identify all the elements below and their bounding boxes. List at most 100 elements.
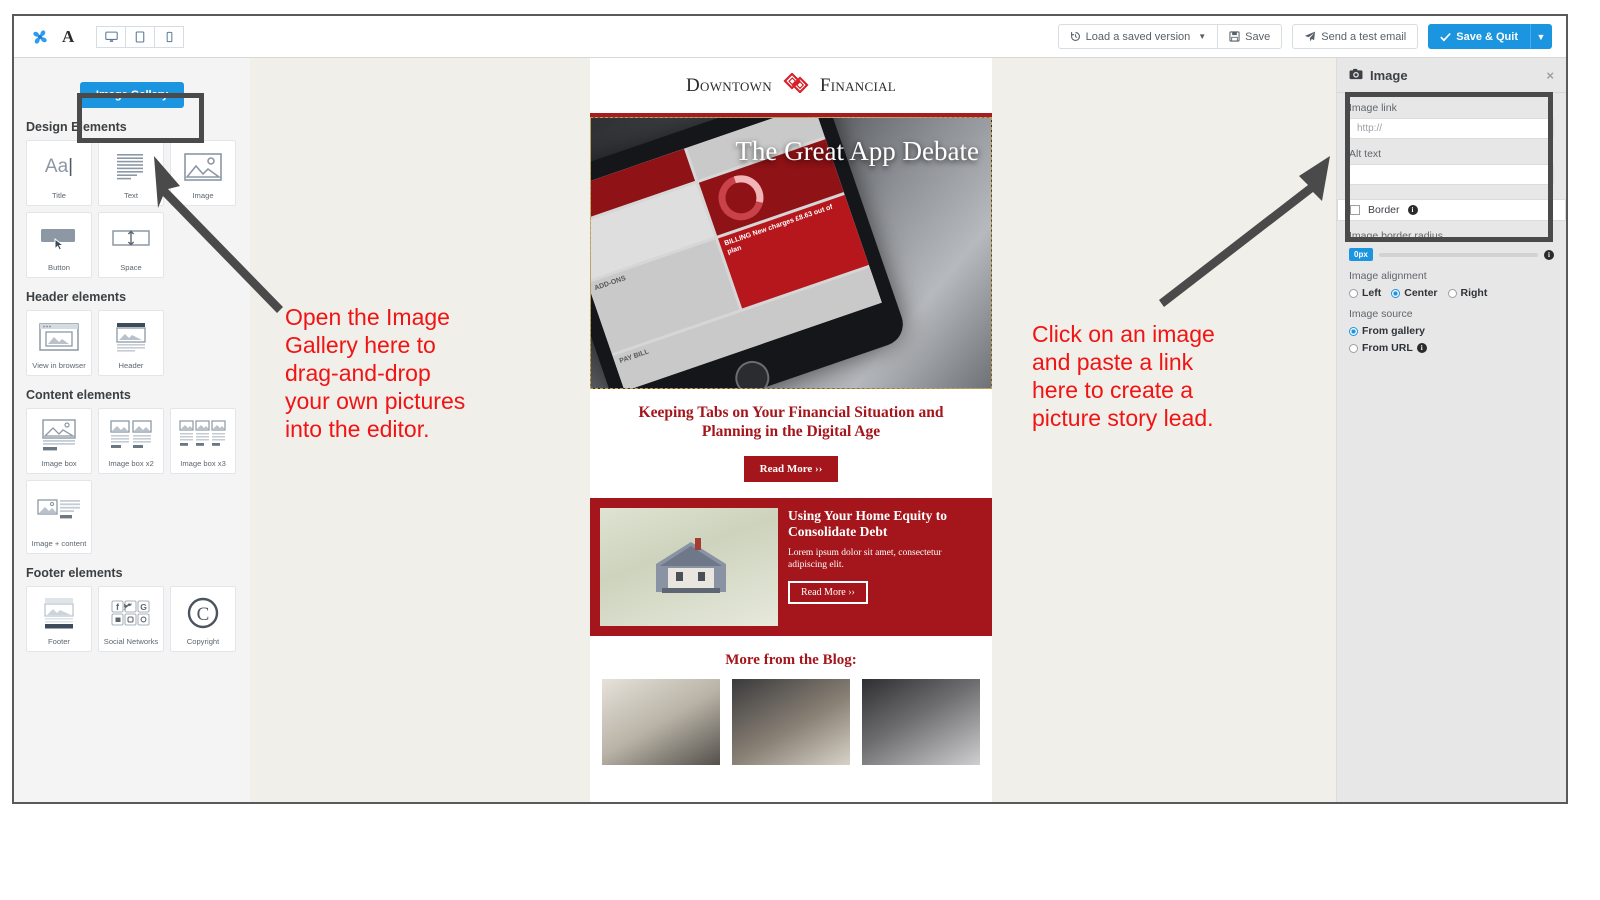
header-elements-tiles: View in browser Header xyxy=(26,310,238,376)
header-block-icon xyxy=(99,311,163,362)
radio-from-gallery[interactable] xyxy=(1349,326,1358,336)
desktop-icon[interactable] xyxy=(96,25,127,48)
letter-a-icon[interactable]: A xyxy=(62,28,74,45)
element-tile-image-box-x2[interactable]: Image box x2 xyxy=(98,408,164,474)
hero-image-block[interactable]: ADD-ONS BILLING New charges £8.63 out of… xyxy=(590,117,992,389)
svg-text:f: f xyxy=(116,602,120,612)
element-tile-header[interactable]: Header xyxy=(98,310,164,376)
email-headline: Keeping Tabs on Your Financial Situation… xyxy=(638,404,944,441)
radio-center[interactable] xyxy=(1391,288,1401,298)
tile-label: Image + content xyxy=(31,539,87,549)
source-gallery-label: From gallery xyxy=(1362,325,1426,337)
tile-label: Text xyxy=(124,191,138,201)
toolbar-left-group: A xyxy=(14,25,185,48)
image-properties-panel: Image × Image link http:// Alt text Bord… xyxy=(1336,58,1566,802)
element-tile-copyright[interactable]: C Copyright xyxy=(170,586,236,652)
image-placeholder-icon xyxy=(171,141,235,192)
footer-elements-tiles: Footer fG Social Networks C Copyright xyxy=(26,586,238,652)
content-elements-tiles: Image box Image box x2 Image box x3 Imag… xyxy=(26,408,238,554)
border-radius-label: Image border radius xyxy=(1349,230,1443,242)
alt-text-input[interactable] xyxy=(1349,164,1554,185)
alignment-option-right[interactable]: Right xyxy=(1447,287,1488,299)
properties-header: Image × xyxy=(1337,58,1566,93)
element-tile-view-in-browser[interactable]: View in browser xyxy=(26,310,92,376)
element-tile-footer[interactable]: Footer xyxy=(26,586,92,652)
button-cursor-icon xyxy=(27,213,91,264)
tile-label: Button xyxy=(48,263,70,273)
tablet-icon[interactable] xyxy=(125,25,156,48)
source-option-gallery[interactable]: From gallery xyxy=(1349,325,1554,337)
radio-left[interactable] xyxy=(1349,288,1358,298)
house-on-money-illustration xyxy=(656,537,726,593)
save-and-quit-button[interactable]: Save & Quit xyxy=(1428,24,1530,49)
image-link-input[interactable]: http:// xyxy=(1349,118,1554,139)
tile-label: View in browser xyxy=(32,361,86,371)
alignment-option-center[interactable]: Center xyxy=(1391,287,1438,299)
load-saved-version-button[interactable]: Load a saved version ▼ xyxy=(1057,24,1219,49)
send-test-email-button[interactable]: Send a test email xyxy=(1292,24,1419,49)
image-box-x2-icon xyxy=(99,409,163,460)
element-tile-button[interactable]: Button xyxy=(26,212,92,278)
vertical-space-icon xyxy=(99,213,163,264)
blog-thumbnail[interactable] xyxy=(732,678,850,765)
mobile-icon[interactable] xyxy=(154,25,185,48)
element-tile-title[interactable]: Aa| Title xyxy=(26,140,92,206)
alignment-right-label: Right xyxy=(1460,287,1488,299)
promo-block[interactable]: Using Your Home Equity to Consolidate De… xyxy=(590,497,992,636)
promo-read-more-button[interactable]: Read More ›› xyxy=(788,580,868,604)
promo-image xyxy=(600,507,778,626)
close-icon[interactable]: × xyxy=(1546,68,1554,83)
image-box-x3-icon xyxy=(171,409,235,460)
phone-home-button xyxy=(730,356,774,388)
element-tile-social-networks[interactable]: fG Social Networks xyxy=(98,586,164,652)
save-button[interactable]: Save xyxy=(1217,24,1283,49)
section-title-content: Content elements xyxy=(26,388,131,402)
image-plus-content-icon xyxy=(27,481,91,540)
blog-thumbnail[interactable] xyxy=(862,678,980,765)
floppy-disk-icon xyxy=(1229,31,1240,42)
blog-thumbnail[interactable] xyxy=(602,678,720,765)
source-option-url[interactable]: From URL i xyxy=(1349,342,1554,354)
image-box-icon xyxy=(27,409,91,460)
chevron-down-icon: ▼ xyxy=(1198,32,1207,41)
info-icon[interactable]: i xyxy=(1416,343,1427,353)
svg-text:G: G xyxy=(140,602,147,612)
email-editor-window: A Load a saved version ▼ Save Send a tes… xyxy=(12,14,1568,804)
image-link-field-group: Image link http:// Alt text xyxy=(1337,102,1566,185)
save-and-quit-dropdown[interactable]: ▼ xyxy=(1530,24,1552,49)
section-title-footer: Footer elements xyxy=(26,566,123,580)
element-tile-image-box[interactable]: Image box xyxy=(26,408,92,474)
alignment-option-left[interactable]: Left xyxy=(1349,287,1381,299)
device-preview-group xyxy=(96,25,185,48)
element-tile-text[interactable]: Text xyxy=(98,140,164,206)
image-gallery-button-wrap: Image Gallery xyxy=(26,82,238,108)
radio-right[interactable] xyxy=(1447,288,1457,298)
promo-title: Using Your Home Equity to Consolidate De… xyxy=(788,507,948,539)
image-gallery-button[interactable]: Image Gallery xyxy=(79,82,185,108)
tile-label: Image box x3 xyxy=(180,459,226,469)
brand-logo: Downtown Financial xyxy=(686,71,896,99)
border-checkbox-row[interactable]: Border i xyxy=(1337,199,1566,221)
read-more-wrap: Read More ›› xyxy=(590,444,992,498)
element-tile-image-box-x3[interactable]: Image box x3 xyxy=(170,408,236,474)
tile-label: Copyright xyxy=(186,637,220,647)
info-icon[interactable]: i xyxy=(1544,249,1554,260)
read-more-button[interactable]: Read More ›› xyxy=(743,455,839,482)
promo-text: Using Your Home Equity to Consolidate De… xyxy=(788,508,982,626)
info-icon[interactable]: i xyxy=(1407,205,1418,215)
section-title-header: Header elements xyxy=(26,290,127,304)
radio-from-url[interactable] xyxy=(1349,343,1358,353)
element-tile-image-plus-content[interactable]: Image + content xyxy=(26,480,92,554)
image-source-radios: From gallery From URL i xyxy=(1349,325,1554,354)
brand-word-second: Financial xyxy=(819,74,896,96)
tile-label: Image xyxy=(192,191,214,201)
slider-track[interactable] xyxy=(1378,252,1538,257)
border-radius-slider[interactable]: 0px i xyxy=(1349,248,1554,261)
image-alignment-label: Image alignment xyxy=(1349,270,1427,282)
pinwheel-logo-icon[interactable] xyxy=(30,27,50,47)
element-tile-space[interactable]: Space xyxy=(98,212,164,278)
toolbar-right-group: Load a saved version ▼ Save Send a test … xyxy=(1057,24,1566,49)
element-tile-image[interactable]: Image xyxy=(170,140,236,206)
tile-label: Header xyxy=(118,361,144,371)
border-checkbox[interactable] xyxy=(1350,205,1360,215)
